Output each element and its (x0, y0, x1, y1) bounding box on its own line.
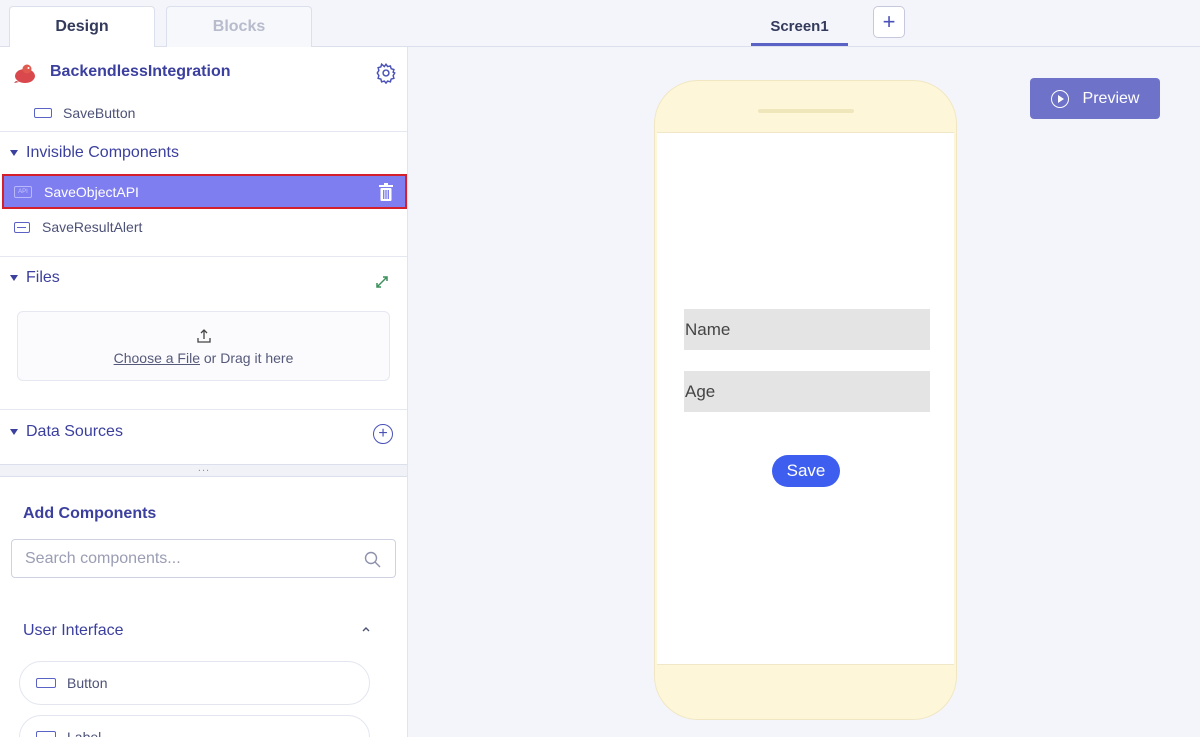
tab-blocks[interactable]: Blocks (166, 6, 312, 47)
button-icon (36, 678, 56, 688)
chevron-up-icon[interactable] (360, 623, 372, 635)
drop-zone-text: Choose a File or Drag it here (18, 350, 389, 366)
divider (0, 409, 407, 410)
divider (0, 131, 407, 132)
button-icon (34, 108, 52, 118)
play-icon (1050, 89, 1069, 108)
category-user-interface[interactable]: User Interface (23, 622, 123, 640)
panel-splitter-handle[interactable]: ... (0, 463, 407, 477)
section-label: Files (26, 269, 60, 286)
label-icon (36, 731, 56, 737)
palette-item-label: Label (67, 729, 102, 737)
palette-item-label: Button (67, 675, 108, 691)
add-screen-button[interactable]: + (873, 6, 905, 38)
age-textbox[interactable] (684, 371, 930, 412)
project-logo-icon (14, 64, 35, 83)
api-icon: API (14, 185, 32, 198)
component-search[interactable] (11, 539, 396, 578)
divider (0, 256, 407, 257)
palette-item-button[interactable]: Button (19, 661, 370, 705)
phone-screen[interactable]: Save (657, 132, 954, 665)
tree-item-savebutton[interactable]: SaveButton (0, 95, 407, 131)
name-textbox[interactable] (684, 309, 930, 350)
choose-file-link[interactable]: Choose a File (114, 350, 200, 366)
save-button[interactable]: Save (772, 455, 840, 487)
tree-item-saveresultalert[interactable]: SaveResultAlert (0, 209, 407, 245)
files-header[interactable]: Files (10, 269, 60, 287)
tab-screen1[interactable]: Screen1 (751, 10, 848, 46)
expand-icon[interactable] (374, 274, 390, 290)
preview-button[interactable]: Preview (1030, 78, 1160, 119)
tab-design[interactable]: Design (9, 6, 155, 47)
project-row[interactable]: BackendlessIntegration (0, 47, 407, 99)
file-drop-zone[interactable]: Choose a File or Drag it here (17, 311, 390, 381)
phone-mockup: Save (654, 80, 957, 720)
add-data-source-button[interactable]: + (373, 424, 393, 444)
data-sources-header[interactable]: Data Sources (10, 423, 123, 441)
search-input[interactable] (25, 548, 345, 570)
top-bar: Design Blocks Screen1 + (0, 0, 1200, 47)
add-components-title: Add Components (23, 505, 157, 522)
drag-hint: or Drag it here (200, 350, 294, 366)
project-name: BackendlessIntegration (50, 63, 231, 80)
left-panel: BackendlessIntegration SaveButton Invisi… (0, 47, 408, 737)
invisible-components-header[interactable]: Invisible Components (10, 144, 179, 162)
section-label: Data Sources (26, 423, 123, 440)
upload-icon (197, 329, 211, 343)
phone-speaker (758, 109, 854, 113)
gear-icon[interactable] (375, 62, 397, 84)
notifier-icon (14, 221, 30, 233)
caret-down-icon (10, 429, 18, 435)
preview-label: Preview (1082, 89, 1140, 107)
search-icon[interactable] (364, 551, 381, 568)
caret-down-icon (10, 275, 18, 281)
palette-item-label[interactable]: Label (19, 715, 370, 737)
caret-down-icon (10, 150, 18, 156)
trash-icon[interactable] (379, 183, 393, 201)
tree-item-saveobjectapi[interactable]: API SaveObjectAPI (2, 174, 407, 209)
tree-item-label: SaveButton (63, 105, 136, 121)
tree-item-label: SaveObjectAPI (44, 183, 139, 200)
section-label: Invisible Components (26, 144, 179, 161)
tree-item-label: SaveResultAlert (42, 219, 143, 235)
